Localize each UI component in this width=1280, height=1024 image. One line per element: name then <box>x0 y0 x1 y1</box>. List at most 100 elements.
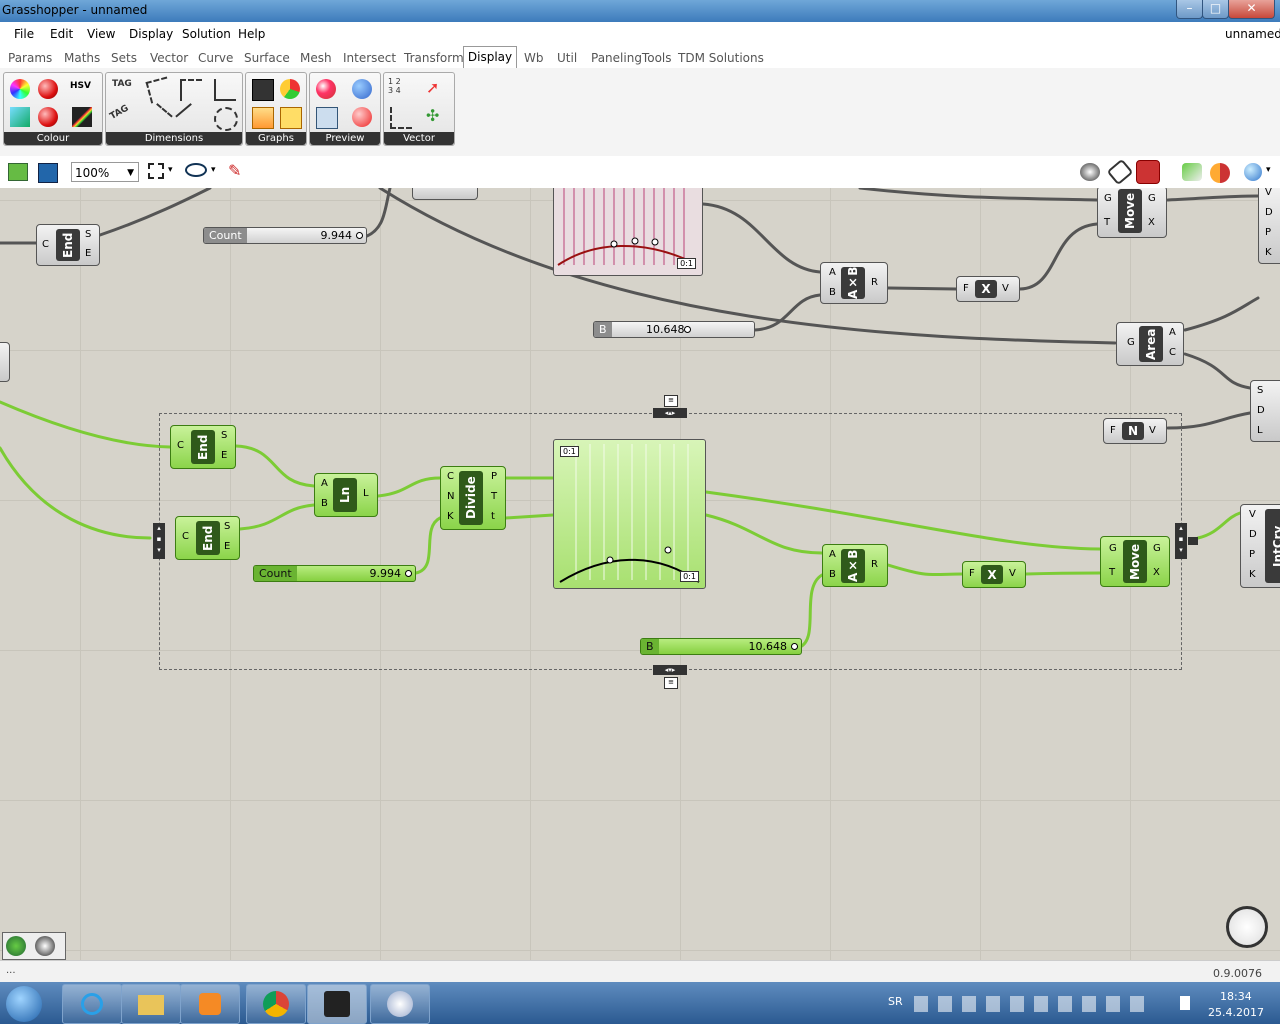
port-p[interactable]: P <box>491 471 497 482</box>
language-indicator[interactable]: SR <box>888 995 903 1008</box>
tab-surface[interactable]: Surface <box>244 51 290 65</box>
tab-curve[interactable]: Curve <box>198 51 233 65</box>
unit-x-component-grey[interactable]: F X V <box>956 276 1020 302</box>
chevron-down-icon-3[interactable]: ▾ <box>1266 165 1271 175</box>
port-b[interactable]: B <box>321 498 328 509</box>
port-s[interactable]: S <box>1257 385 1263 396</box>
divide-curve-component-green[interactable]: C N K Divide P T t <box>440 466 506 530</box>
order-icon[interactable]: 1 2 3 4 <box>388 77 408 97</box>
port-g-out[interactable]: G <box>1148 193 1156 204</box>
sphere-icon[interactable] <box>1244 163 1262 181</box>
port-k[interactable]: K <box>1265 247 1272 258</box>
left-partial-component[interactable] <box>0 342 10 382</box>
slider-handle[interactable] <box>791 643 798 650</box>
port-c[interactable]: C <box>42 239 49 250</box>
port-l[interactable]: L <box>1257 425 1263 436</box>
collapse-handle-icon[interactable] <box>1188 537 1198 545</box>
custom-preview-icon[interactable] <box>316 79 336 99</box>
port-g[interactable]: G <box>1127 337 1135 348</box>
grasshopper-canvas[interactable]: C End S E Count 9.944 0:1 A B A×B R B 10… <box>0 188 1280 960</box>
shaded-preview-icon[interactable] <box>1136 160 1160 184</box>
dot-display-icon[interactable] <box>352 107 372 127</box>
slider-handle[interactable] <box>405 570 412 577</box>
end-points-component[interactable]: C End S E <box>36 224 100 266</box>
tab-panelingtools[interactable]: PanelingTools <box>591 51 672 65</box>
move-component-grey[interactable]: G T Move G X <box>1097 188 1167 238</box>
port-s[interactable]: S <box>221 430 227 441</box>
port-v[interactable]: V <box>1002 283 1009 294</box>
port-k[interactable]: K <box>447 511 454 522</box>
port-t-small[interactable]: t <box>491 511 495 522</box>
port-s[interactable]: S <box>224 521 230 532</box>
menu-view[interactable]: View <box>87 27 115 41</box>
graph-mapper-grey[interactable]: 0:1 <box>553 188 703 276</box>
port-a[interactable]: A <box>829 267 836 278</box>
port-p[interactable]: P <box>1249 549 1255 560</box>
port-r[interactable]: R <box>871 277 878 288</box>
port-e[interactable]: E <box>221 450 227 461</box>
port-a[interactable]: A <box>321 478 328 489</box>
tab-mesh[interactable]: Mesh <box>300 51 332 65</box>
port-t[interactable]: T <box>1109 567 1115 578</box>
count-slider-green[interactable]: Count 9.994 <box>253 565 416 582</box>
line-dimension-icon[interactable] <box>175 103 205 133</box>
point-list-icon[interactable] <box>390 107 412 129</box>
tab-intersect[interactable]: Intersect <box>343 51 396 65</box>
bar-graph-icon[interactable] <box>252 79 274 101</box>
end-points-component-green-2[interactable]: C End S E <box>175 516 240 560</box>
port-b[interactable]: B <box>829 287 836 298</box>
legend-icon[interactable] <box>252 107 274 129</box>
menu-display[interactable]: Display <box>129 27 173 41</box>
colour-cube-icon[interactable] <box>10 107 30 127</box>
wireframe-preview-icon[interactable] <box>1106 158 1134 186</box>
port-c[interactable]: C <box>182 531 189 542</box>
port-l[interactable]: L <box>363 488 369 499</box>
port-b[interactable]: B <box>829 569 836 580</box>
port-v[interactable]: V <box>1009 568 1016 579</box>
port-v[interactable]: V <box>1265 188 1272 198</box>
port-x[interactable]: X <box>1153 567 1160 578</box>
port-a[interactable]: A <box>829 549 836 560</box>
colour-swatch-icon[interactable] <box>38 107 58 127</box>
port-r[interactable]: R <box>871 559 878 570</box>
tab-tdm-solutions[interactable]: TDM Solutions <box>678 51 764 65</box>
slider-handle[interactable] <box>356 232 363 239</box>
linear-dimension-icon[interactable] <box>180 79 202 101</box>
save-icon[interactable] <box>38 163 58 183</box>
port-g-out[interactable]: G <box>1153 543 1161 554</box>
menu-solution[interactable]: Solution <box>182 27 231 41</box>
chevron-down-icon-zoom[interactable]: ▼ <box>127 163 134 183</box>
taskbar-chrome[interactable] <box>246 984 306 1024</box>
tab-maths[interactable]: Maths <box>64 51 100 65</box>
port-c[interactable]: C <box>1169 347 1176 358</box>
port-p[interactable]: P <box>1265 227 1271 238</box>
group-handle-bottom-icon[interactable]: ≡ <box>664 677 678 689</box>
start-button-icon[interactable] <box>6 986 42 1022</box>
right-component-grey[interactable]: V D P K <box>1258 188 1280 264</box>
taskbar-ie[interactable] <box>62 984 122 1024</box>
vector-display-icon[interactable]: ➚ <box>426 79 446 99</box>
menu-file[interactable]: File <box>14 27 34 41</box>
port-s[interactable]: S <box>85 229 91 240</box>
group-arrows-top-icon[interactable]: ◂▴▸ <box>653 408 687 418</box>
port-g[interactable]: G <box>1109 543 1117 554</box>
port-a[interactable]: A <box>1169 327 1176 338</box>
colour-sphere-icon[interactable] <box>38 79 58 99</box>
chevron-down-icon-2[interactable]: ▾ <box>211 165 216 175</box>
menu-help[interactable]: Help <box>238 27 265 41</box>
radial-dimension-icon[interactable] <box>214 107 238 131</box>
count-slider-grey[interactable]: Count 9.944 <box>203 227 367 244</box>
system-tray-icons[interactable] <box>914 996 1144 1012</box>
port-e[interactable]: E <box>224 541 230 552</box>
port-e[interactable]: E <box>85 248 91 259</box>
port-n[interactable]: N <box>447 491 454 502</box>
taskbar-paint[interactable] <box>370 984 430 1024</box>
component-arrows-icon[interactable]: ▴ ▪ ▾ <box>153 523 165 559</box>
end-points-component-green-1[interactable]: C End S E <box>170 425 236 469</box>
angle-dimension-icon[interactable] <box>145 76 173 104</box>
right-component-grey-2[interactable]: S D L <box>1250 380 1280 442</box>
create-material-icon[interactable] <box>316 107 338 129</box>
taskbar-rhino[interactable] <box>307 984 367 1024</box>
chevron-down-icon[interactable]: ▾ <box>168 165 173 175</box>
clock-date[interactable]: 25.4.2017 <box>1208 1006 1264 1019</box>
